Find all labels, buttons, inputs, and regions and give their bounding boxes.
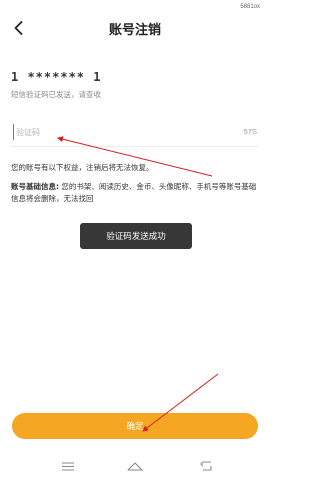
notice-warning: 您的账号有以下权益，注销后将无法恢复。 — [11, 163, 154, 172]
page-title: 账号注销 — [108, 23, 161, 38]
nav-back-button[interactable] — [192, 458, 220, 474]
nav-home-button[interactable] — [121, 458, 149, 474]
sms-sent-hint: 短信验证码已发送，请查收 — [11, 90, 101, 99]
masked-phone-number: 1 ******* 1 — [11, 70, 102, 84]
home-icon — [127, 462, 143, 471]
confirm-button[interactable]: 确定 — [12, 413, 258, 439]
notice-basic-info: 账号基础信息: 您的书架、阅读历史、金币、头像昵称、手机号等账号基础信息将会删除… — [11, 181, 259, 204]
status-indicator: 5881ox — [240, 4, 260, 10]
menu-icon — [62, 461, 74, 471]
account-cancel-screen: 5881ox 账号注销 1 ******* 1 短信验证码已发送，请查收 57S… — [0, 0, 270, 480]
toast-message: 验证码发送成功 — [80, 223, 192, 249]
verification-code-input[interactable] — [13, 124, 206, 140]
nav-menu-button[interactable] — [54, 458, 82, 474]
verification-code-row: 57S — [11, 118, 259, 147]
back-icon — [199, 461, 212, 471]
notice-info-label: 账号基础信息: — [11, 182, 59, 191]
system-nav-bar — [0, 452, 270, 480]
resend-countdown[interactable]: 57S — [244, 127, 257, 136]
header: 账号注销 — [0, 14, 270, 42]
